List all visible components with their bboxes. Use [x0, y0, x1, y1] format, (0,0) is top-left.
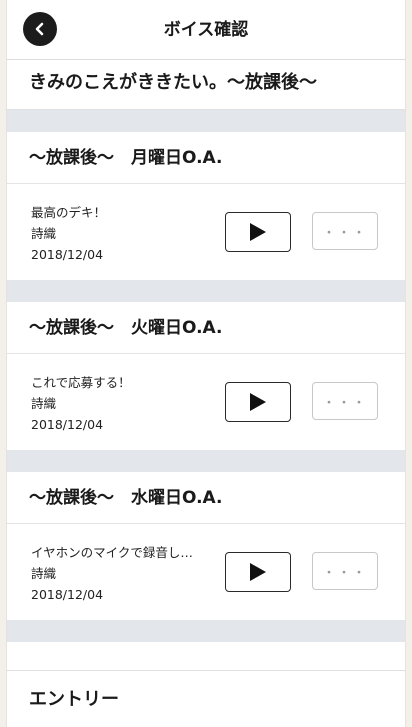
voice-info: これで応募する！ 詩織 2018/12/04 [31, 372, 206, 435]
voice-date: 2018/12/04 [31, 587, 104, 602]
back-button[interactable] [23, 12, 57, 46]
entry-link[interactable]: エントリー [7, 670, 405, 727]
section-gap [7, 280, 405, 302]
voice-item: 最高のデキ！ 詩織 2018/12/04 ・・・ [7, 184, 405, 280]
app-frame: ボイス確認 きみのこえがききたい。〜放課後〜 〜放課後〜 月曜日O.A. 最高の… [0, 0, 412, 727]
voice-speaker: 詩織 [31, 396, 57, 411]
voice-info: 最高のデキ！ 詩織 2018/12/04 [31, 202, 206, 265]
header: ボイス確認 [7, 0, 405, 60]
more-button[interactable]: ・・・ [312, 552, 378, 590]
section-gap [7, 620, 405, 642]
more-button[interactable]: ・・・ [312, 382, 378, 420]
album-title: きみのこえがききたい。〜放課後〜 [7, 60, 405, 110]
play-icon [250, 223, 266, 241]
section-title: 〜放課後〜 月曜日O.A. [7, 132, 405, 184]
chevron-left-icon [35, 22, 44, 36]
voice-date: 2018/12/04 [31, 247, 104, 262]
section-title: 〜放課後〜 水曜日O.A. [7, 472, 405, 524]
section-gap [7, 110, 405, 132]
voice-item: これで応募する！ 詩織 2018/12/04 ・・・ [7, 354, 405, 450]
play-button[interactable] [225, 382, 291, 422]
more-button[interactable]: ・・・ [312, 212, 378, 250]
page-title: ボイス確認 [163, 20, 249, 40]
section-gap [7, 450, 405, 472]
voice-item: イヤホンのマイクで録音し… 詩織 2018/12/04 ・・・ [7, 524, 405, 620]
play-button[interactable] [225, 552, 291, 592]
play-button[interactable] [225, 212, 291, 252]
voice-info: イヤホンのマイクで録音し… 詩織 2018/12/04 [31, 542, 206, 605]
screen: ボイス確認 きみのこえがききたい。〜放課後〜 〜放課後〜 月曜日O.A. 最高の… [6, 0, 406, 727]
voice-date: 2018/12/04 [31, 417, 104, 432]
voice-line: 最高のデキ！ [31, 205, 107, 220]
section-title: 〜放課後〜 火曜日O.A. [7, 302, 405, 354]
voice-line: これで応募する！ [31, 375, 131, 390]
play-icon [250, 563, 266, 581]
voice-speaker: 詩織 [31, 226, 57, 241]
voice-line: イヤホンのマイクで録音し… [31, 545, 193, 560]
play-icon [250, 393, 266, 411]
voice-speaker: 詩織 [31, 566, 57, 581]
